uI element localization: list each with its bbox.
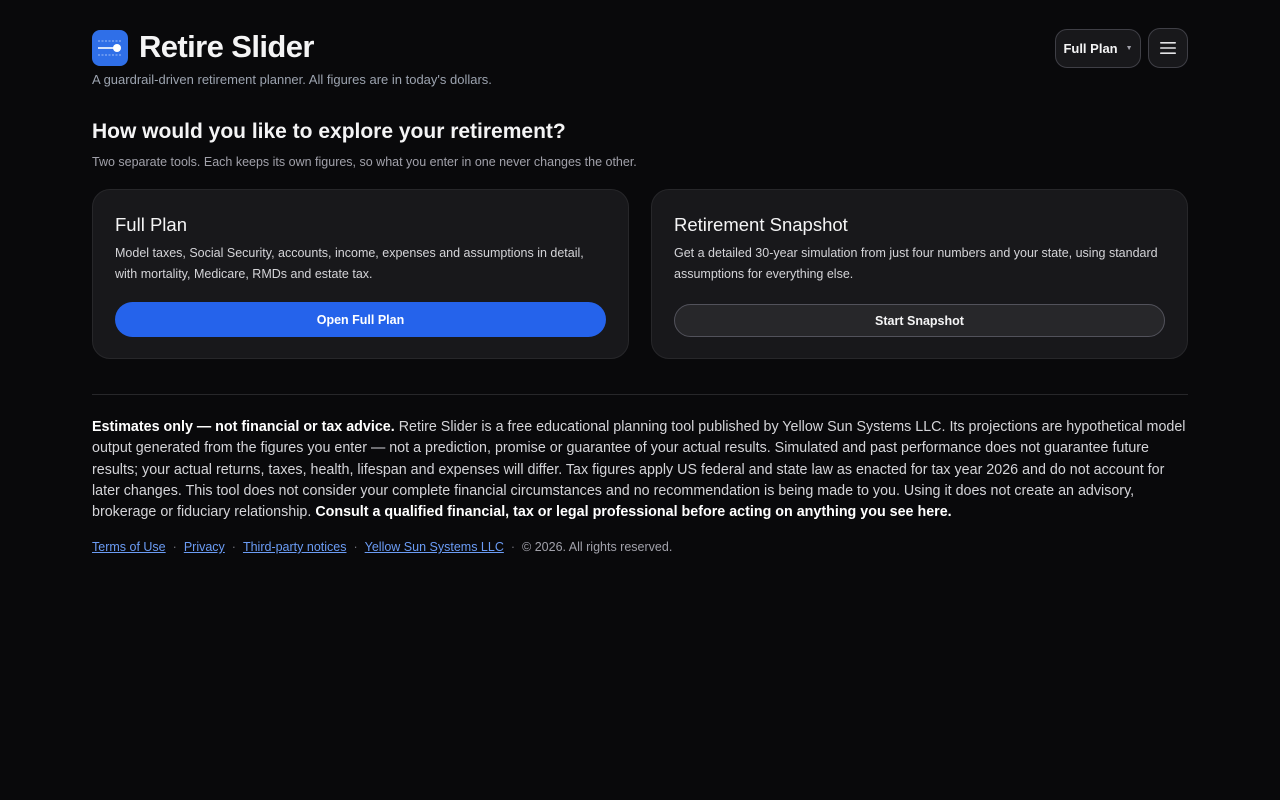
plan-mode-selected-value: Full Plan xyxy=(1063,41,1118,56)
menu-button[interactable] xyxy=(1148,28,1188,68)
footer-separator: · xyxy=(172,540,177,554)
privacy-link[interactable]: Privacy xyxy=(184,540,225,554)
terms-of-use-link[interactable]: Terms of Use xyxy=(92,540,166,554)
section-subtitle: Two separate tools. Each keeps its own f… xyxy=(92,155,637,169)
disclaimer-closing: Consult a qualified financial, tax or le… xyxy=(315,504,952,521)
app-tagline: A guardrail-driven retirement planner. A… xyxy=(92,72,492,87)
open-full-plan-button[interactable]: Open Full Plan xyxy=(115,302,606,337)
app-root: Retire Slider A guardrail-driven retirem… xyxy=(0,0,1280,800)
footer-separator: · xyxy=(231,540,236,554)
section-title: How would you like to explore your retir… xyxy=(92,120,566,143)
app-title: Retire Slider xyxy=(139,29,314,64)
legal-disclaimer: Estimates only — not financial or tax ad… xyxy=(92,417,1188,523)
full-plan-card: Full Plan Model taxes, Social Security, … xyxy=(92,189,629,359)
caret-down-icon: ▼ xyxy=(1125,45,1133,52)
third-party-notices-link[interactable]: Third-party notices xyxy=(243,540,347,554)
copyright-text: © 2026. All rights reserved. xyxy=(522,540,673,554)
hamburger-menu-icon xyxy=(1160,42,1176,54)
start-snapshot-button[interactable]: Start Snapshot xyxy=(674,304,1165,337)
snapshot-card-description: Get a detailed 30-year simulation from j… xyxy=(674,246,1158,281)
yellow-sun-systems-link[interactable]: Yellow Sun Systems LLC xyxy=(365,540,504,554)
full-plan-card-title: Full Plan xyxy=(115,214,187,235)
footer-separator: · xyxy=(510,540,516,554)
snapshot-card-title: Retirement Snapshot xyxy=(674,214,848,235)
slider-icon xyxy=(98,40,122,56)
full-plan-card-description: Model taxes, Social Security, accounts, … xyxy=(115,246,584,281)
footer: Terms of Use · Privacy · Third-party notices… xyxy=(92,538,672,556)
app-logo xyxy=(92,30,128,66)
footer-separator: · xyxy=(353,540,358,554)
plan-mode-select[interactable]: Full Plan ▼ xyxy=(1055,29,1141,68)
disclaimer-lead: Estimates only — not financial or tax ad… xyxy=(92,419,395,435)
retirement-snapshot-card: Retirement Snapshot Get a detailed 30-ye… xyxy=(651,189,1188,359)
section-divider xyxy=(92,394,1188,395)
